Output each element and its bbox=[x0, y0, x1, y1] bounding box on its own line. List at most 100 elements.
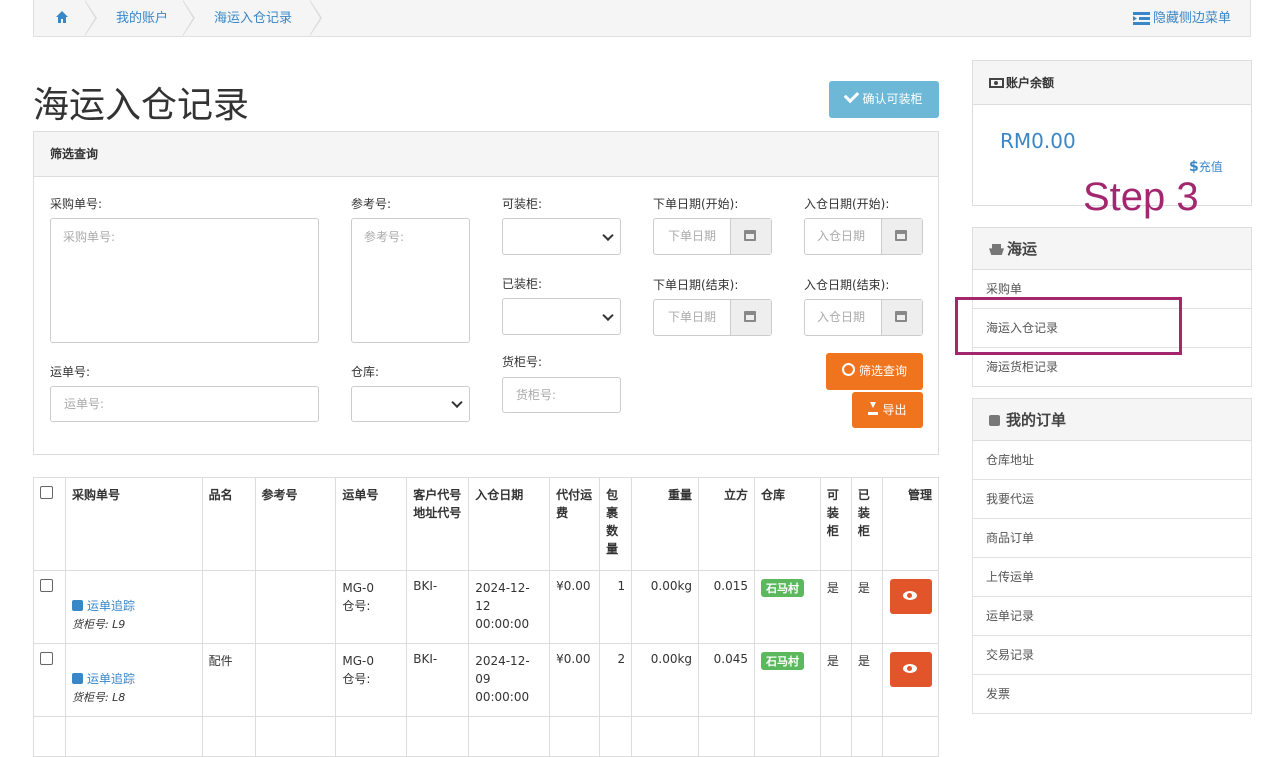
header-packages: 包裹数量 bbox=[599, 477, 633, 571]
breadcrumb-current[interactable]: 海运入仓记录 bbox=[214, 0, 292, 37]
in-end-input[interactable]: 入仓日期 bbox=[804, 299, 923, 336]
header-freight: 代付运费 bbox=[549, 477, 601, 571]
ship-icon bbox=[989, 244, 1004, 255]
loaded-cell: 是 bbox=[850, 643, 883, 717]
warehouse-badge: 石马村 bbox=[761, 652, 805, 670]
customer-cell: BKI- bbox=[406, 643, 470, 717]
track-link-label: 运单追踪 bbox=[86, 599, 135, 613]
warehouse-label: 仓库: bbox=[351, 365, 380, 379]
name-cell: 配件 bbox=[201, 643, 256, 717]
date-cell: 2024-12-09 00:00:00 bbox=[468, 643, 551, 717]
container-number: 货柜号: L8 bbox=[71, 691, 126, 704]
view-button[interactable] bbox=[890, 652, 932, 687]
freight-cell: ¥0.00 bbox=[549, 570, 601, 644]
menu-toggle-icon[interactable] bbox=[1133, 12, 1150, 25]
balance-header: 账户余额 bbox=[973, 61, 1251, 105]
customer-cell: BKI- bbox=[406, 570, 470, 644]
in-start-placeholder: 入仓日期 bbox=[817, 229, 866, 243]
ref-input[interactable]: 参考号: bbox=[351, 218, 470, 343]
warehouse-cell: 石马村 bbox=[754, 643, 821, 717]
table-row bbox=[33, 716, 940, 757]
row-checkbox[interactable] bbox=[40, 652, 53, 665]
volume-cell: 0.045 bbox=[698, 643, 756, 717]
chevron-down-icon bbox=[602, 229, 614, 241]
order-start-input[interactable]: 下单日期 bbox=[653, 218, 772, 255]
track-link[interactable]: 运单追踪 bbox=[71, 670, 196, 687]
header-loaded: 已装柜 bbox=[850, 477, 883, 571]
sidebar-item-waybill-records[interactable]: 运单记录 bbox=[972, 597, 1252, 636]
packages-cell: 2 bbox=[599, 643, 633, 717]
header-waybill: 运单号 bbox=[335, 477, 408, 571]
in-start-input[interactable]: 入仓日期 bbox=[804, 218, 923, 255]
manage-cell bbox=[881, 643, 940, 717]
order-end-label: 下单日期(结束): bbox=[653, 278, 739, 292]
freight-cell: ¥0.00 bbox=[549, 643, 601, 717]
eye-icon bbox=[903, 664, 917, 673]
container-label: 货柜号: bbox=[502, 355, 543, 369]
sidebar-item-product-orders[interactable]: 商品订单 bbox=[972, 519, 1252, 558]
order-end-placeholder: 下单日期 bbox=[668, 310, 717, 324]
home-icon[interactable] bbox=[55, 10, 69, 24]
header-volume: 立方 bbox=[698, 477, 756, 571]
waybill-cell: MG-0 仓号: bbox=[335, 570, 408, 644]
header-customer: 客户代号 地址代号 bbox=[406, 477, 470, 571]
cube-icon bbox=[989, 415, 1000, 426]
waybill-cell: MG-0 仓号: bbox=[335, 643, 408, 717]
dollar-icon: $ bbox=[1189, 159, 1199, 175]
export-button[interactable]: 导出 bbox=[852, 392, 923, 428]
loadable-select[interactable] bbox=[502, 218, 621, 255]
warehouse-select[interactable] bbox=[351, 386, 470, 422]
loadable-label: 可装柜: bbox=[502, 197, 543, 211]
download-icon bbox=[868, 402, 879, 415]
calendar-button[interactable] bbox=[730, 219, 771, 254]
order-end-input[interactable]: 下单日期 bbox=[653, 299, 772, 336]
hide-sidebar-link[interactable]: 隐藏侧边菜单 bbox=[1153, 0, 1231, 37]
filter-panel-header: 筛选查询 bbox=[34, 132, 938, 177]
table-header-row: 采购单号 品名 参考号 运单号 客户代号 地址代号 入仓日期 代付运费 包裹数量… bbox=[33, 477, 940, 571]
waybill-input[interactable]: 运单号: bbox=[50, 386, 319, 422]
in-end-placeholder: 入仓日期 bbox=[817, 310, 866, 324]
sidebar-item-transactions[interactable]: 交易记录 bbox=[972, 636, 1252, 675]
sidebar-item-upload-waybill[interactable]: 上传运单 bbox=[972, 558, 1252, 597]
loaded-select[interactable] bbox=[502, 298, 621, 335]
calendar-button[interactable] bbox=[730, 300, 771, 335]
sidebar-item-ship-request[interactable]: 我要代运 bbox=[972, 480, 1252, 519]
po-cell: 运单追踪 货柜号: L9 bbox=[64, 570, 203, 644]
header-warehouse: 仓库 bbox=[754, 477, 821, 571]
container-input[interactable]: 货柜号: bbox=[502, 377, 621, 413]
header-weight: 重量 bbox=[631, 477, 700, 571]
manage-cell bbox=[881, 570, 940, 644]
eye-icon bbox=[903, 591, 917, 600]
po-label: 采购单号: bbox=[50, 197, 103, 211]
breadcrumb-my-account[interactable]: 我的账户 bbox=[116, 0, 168, 37]
search-icon bbox=[841, 363, 855, 376]
in-start-label: 入仓日期(开始): bbox=[804, 197, 890, 211]
po-input[interactable]: 采购单号: bbox=[50, 218, 319, 343]
calendar-button[interactable] bbox=[881, 300, 922, 335]
confirm-loadable-button[interactable]: 确认可装柜 bbox=[829, 81, 939, 118]
recharge-link[interactable]: $充值 bbox=[1189, 158, 1223, 175]
row-select-cell bbox=[33, 643, 66, 717]
calendar-icon bbox=[895, 311, 907, 322]
balance-value: RM0.00 bbox=[1000, 129, 1076, 153]
row-checkbox[interactable] bbox=[40, 579, 53, 592]
loaded-label: 已装柜: bbox=[502, 277, 543, 291]
view-button[interactable] bbox=[890, 579, 932, 614]
check-icon bbox=[844, 87, 860, 104]
page-title: 海运入仓记录 bbox=[33, 85, 250, 126]
sidebar-item-invoices[interactable]: 发票 bbox=[972, 675, 1252, 714]
confirm-loadable-label: 确认可装柜 bbox=[862, 92, 923, 106]
header-name: 品名 bbox=[201, 477, 256, 571]
header-ref: 参考号 bbox=[254, 477, 337, 571]
header-loadable: 可装柜 bbox=[819, 477, 852, 571]
search-button[interactable]: 筛选查询 bbox=[826, 353, 923, 390]
calendar-button[interactable] bbox=[881, 219, 922, 254]
select-all-checkbox[interactable] bbox=[40, 486, 53, 499]
export-button-label: 导出 bbox=[882, 403, 907, 417]
chevron-down-icon bbox=[451, 396, 463, 409]
header-po: 采购单号 bbox=[64, 477, 203, 571]
in-end-label: 入仓日期(结束): bbox=[804, 278, 890, 292]
track-link[interactable]: 运单追踪 bbox=[71, 597, 196, 614]
sidebar-item-warehouse-address[interactable]: 仓库地址 bbox=[972, 441, 1252, 480]
track-link-label: 运单追踪 bbox=[86, 672, 135, 686]
